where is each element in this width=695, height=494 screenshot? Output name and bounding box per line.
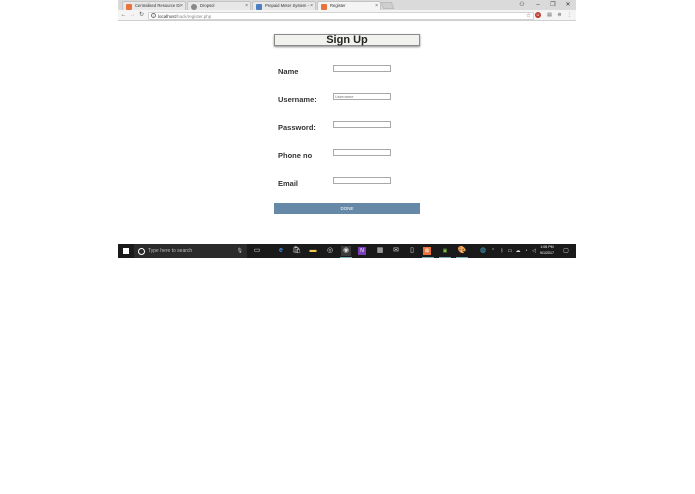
microphone-icon[interactable]: 🎙: [237, 244, 243, 258]
password-label: Password:: [278, 123, 316, 132]
calculator-icon[interactable]: ▦: [375, 246, 385, 256]
browser-window: Centralised Resource Di × Dropsol × Prep…: [118, 0, 576, 258]
tab-close-icon[interactable]: ×: [310, 2, 313, 10]
tab-title: Prepaid Meter System -: [265, 3, 309, 8]
tab-title: Register: [330, 3, 346, 8]
tab-dropsol[interactable]: Dropsol ×: [187, 1, 251, 10]
url-text: localhost/hack/register.php: [158, 13, 211, 20]
tab-favicon: [191, 3, 197, 10]
extension-cast-icon[interactable]: ⊜: [556, 12, 563, 19]
new-tab-button[interactable]: [380, 2, 395, 9]
tab-register[interactable]: Register ×: [317, 1, 381, 10]
mail-icon[interactable]: ✉: [391, 246, 401, 256]
clock-date: 9/1/2017: [540, 250, 554, 255]
tab-centralised-resource[interactable]: Centralised Resource Di ×: [122, 1, 186, 10]
windows-taskbar: Type here to search 🎙 ▭ e 🛍 ▬ ◎ ◉ N ▦ ✉ …: [118, 244, 576, 258]
taskbar-search[interactable]: Type here to search 🎙: [134, 244, 247, 258]
tray-app-icon[interactable]: ◍: [478, 246, 488, 256]
close-window-button[interactable]: ✕: [560, 0, 576, 10]
taskbar-search-placeholder: Type here to search: [148, 248, 193, 254]
xampp-active-indicator: [422, 257, 434, 258]
app-circle-icon[interactable]: ◎: [325, 246, 335, 256]
done-button[interactable]: DONE: [274, 203, 420, 214]
name-label: Name: [278, 67, 299, 76]
username-field[interactable]: [333, 93, 391, 100]
paint-active-indicator: [456, 257, 468, 258]
tab-close-icon[interactable]: ×: [375, 2, 378, 10]
terminal-icon[interactable]: ▣: [440, 246, 450, 256]
reload-button[interactable]: ↻: [137, 11, 146, 20]
minimize-button[interactable]: –: [530, 0, 546, 10]
tab-close-icon[interactable]: ×: [180, 2, 183, 10]
tab-strip: Centralised Resource Di × Dropsol × Prep…: [118, 0, 576, 10]
windows-start-icon[interactable]: [123, 248, 129, 254]
back-button[interactable]: ←: [119, 11, 128, 20]
email-field[interactable]: [333, 177, 391, 184]
edge-icon[interactable]: e: [276, 246, 286, 256]
cortana-icon: [138, 247, 145, 255]
onenote-icon[interactable]: N: [358, 247, 366, 255]
page-title: Sign Up: [274, 34, 420, 46]
extension-red-icon[interactable]: U: [535, 12, 541, 18]
email-label: Email: [278, 179, 299, 188]
tab-close-icon[interactable]: ×: [245, 2, 248, 10]
info-icon[interactable]: i: [151, 13, 156, 18]
chrome-active-indicator: [340, 257, 352, 258]
maximize-button[interactable]: ❐: [545, 0, 561, 10]
address-bar[interactable]: i localhost/hack/register.php ☆: [148, 11, 534, 20]
extension-doc-icon[interactable]: ▤: [546, 12, 553, 19]
file-explorer-icon[interactable]: ▬: [308, 246, 318, 256]
browser-toolbar: ← → ↻ i localhost/hack/register.php ☆: [118, 10, 576, 21]
password-field[interactable]: [333, 121, 391, 128]
store-icon[interactable]: 🛍: [292, 246, 302, 256]
bookmark-star-icon[interactable]: ☆: [526, 13, 531, 20]
tab-title: Centralised Resource Di: [135, 3, 181, 8]
phone-label: Phone no: [278, 151, 313, 160]
page-content: Sign Up Name Username: Password: Phone n…: [118, 22, 576, 244]
taskbar-clock[interactable]: 1:06 PM 9/1/2017: [536, 245, 558, 256]
action-center-icon[interactable]: ▢: [561, 246, 571, 256]
chrome-icon[interactable]: ◉: [341, 246, 351, 256]
tab-favicon: [126, 3, 132, 10]
forward-button[interactable]: →: [128, 11, 137, 20]
url-path: /hack/register.php: [175, 13, 212, 19]
browser-menu-icon[interactable]: ⋮: [566, 12, 573, 19]
notepad-icon[interactable]: ▯: [407, 246, 417, 256]
username-label: Username:: [278, 95, 317, 104]
tab-favicon: [321, 3, 327, 10]
tab-prepaid-meter[interactable]: Prepaid Meter System - ×: [252, 1, 316, 10]
xampp-icon[interactable]: ⊠: [423, 247, 431, 255]
task-view-icon[interactable]: ▭: [252, 246, 262, 256]
name-field[interactable]: [333, 65, 391, 72]
tab-title: Dropsol: [200, 3, 215, 8]
url-host: localhost: [158, 13, 176, 19]
tab-favicon: [256, 3, 262, 10]
paint-icon[interactable]: 🎨: [457, 246, 467, 256]
profile-icon[interactable]: ⚇: [514, 0, 530, 10]
terminal-active-indicator: [439, 257, 451, 258]
phone-field[interactable]: [333, 149, 391, 156]
